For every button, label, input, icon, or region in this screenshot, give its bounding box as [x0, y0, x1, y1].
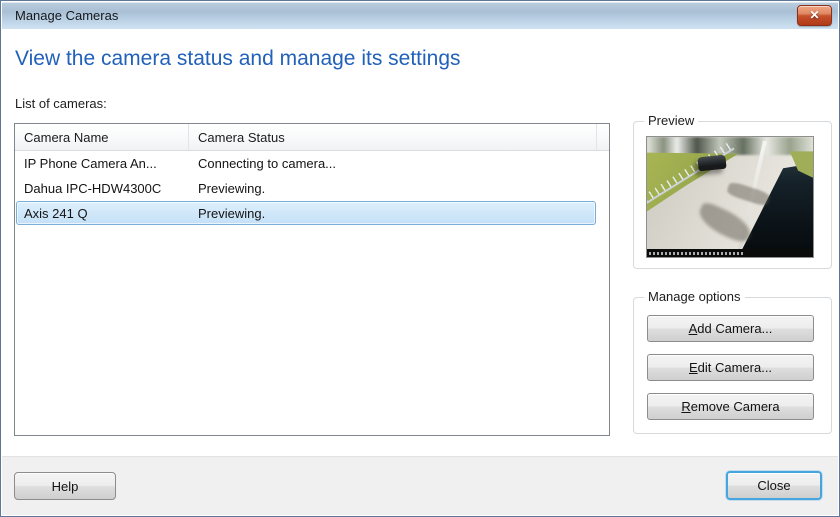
camera-status-cell: Previewing. [189, 176, 597, 201]
camera-list-table[interactable]: Camera Name Camera Status IP Phone Camer… [14, 123, 610, 436]
table-header: Camera Name Camera Status [15, 124, 609, 151]
column-header-camera-name[interactable]: Camera Name [15, 124, 189, 150]
table-row-selected[interactable]: Axis 241 Q Previewing. [15, 201, 609, 226]
manage-options-label: Manage options [644, 289, 745, 304]
footer-bar: Help Close [2, 456, 838, 515]
title-bar[interactable]: Manage Cameras ✕ [2, 2, 838, 29]
preview-group: Preview [633, 121, 832, 269]
page-title: View the camera status and manage its se… [15, 47, 461, 71]
close-button[interactable]: ✕ [797, 5, 832, 26]
window-title: Manage Cameras [15, 8, 118, 23]
close-icon: ✕ [809, 8, 819, 22]
camera-status-cell: Previewing. [189, 201, 597, 226]
camera-name-cell: Dahua IPC-HDW4300C [15, 176, 189, 201]
list-of-cameras-label: List of cameras: [15, 96, 107, 111]
preview-group-label: Preview [644, 113, 698, 128]
table-row[interactable]: IP Phone Camera An... Connecting to came… [15, 151, 609, 176]
column-header-camera-status[interactable]: Camera Status [189, 124, 597, 150]
help-button[interactable]: Help [14, 472, 116, 500]
edit-camera-button[interactable]: Edit Camera... [647, 354, 814, 381]
camera-status-cell: Connecting to camera... [189, 151, 597, 176]
preview-car-shape [698, 155, 728, 172]
close-dialog-button[interactable]: Close [726, 471, 822, 500]
manage-options-group: Manage options Add Camera... Edit Camera… [633, 297, 832, 434]
add-camera-button[interactable]: Add Camera... [647, 315, 814, 342]
camera-name-cell: IP Phone Camera An... [15, 151, 189, 176]
preview-timestamp-bar [647, 249, 813, 257]
remove-camera-button[interactable]: Remove Camera [647, 393, 814, 420]
preview-timestamp-text-shape [649, 252, 745, 255]
camera-preview-image [646, 136, 814, 258]
table-row[interactable]: Dahua IPC-HDW4300C Previewing. [15, 176, 609, 201]
column-header-filler [597, 124, 609, 150]
camera-name-cell: Axis 241 Q [15, 201, 189, 226]
manage-cameras-dialog: Manage Cameras ✕ View the camera status … [0, 0, 840, 517]
